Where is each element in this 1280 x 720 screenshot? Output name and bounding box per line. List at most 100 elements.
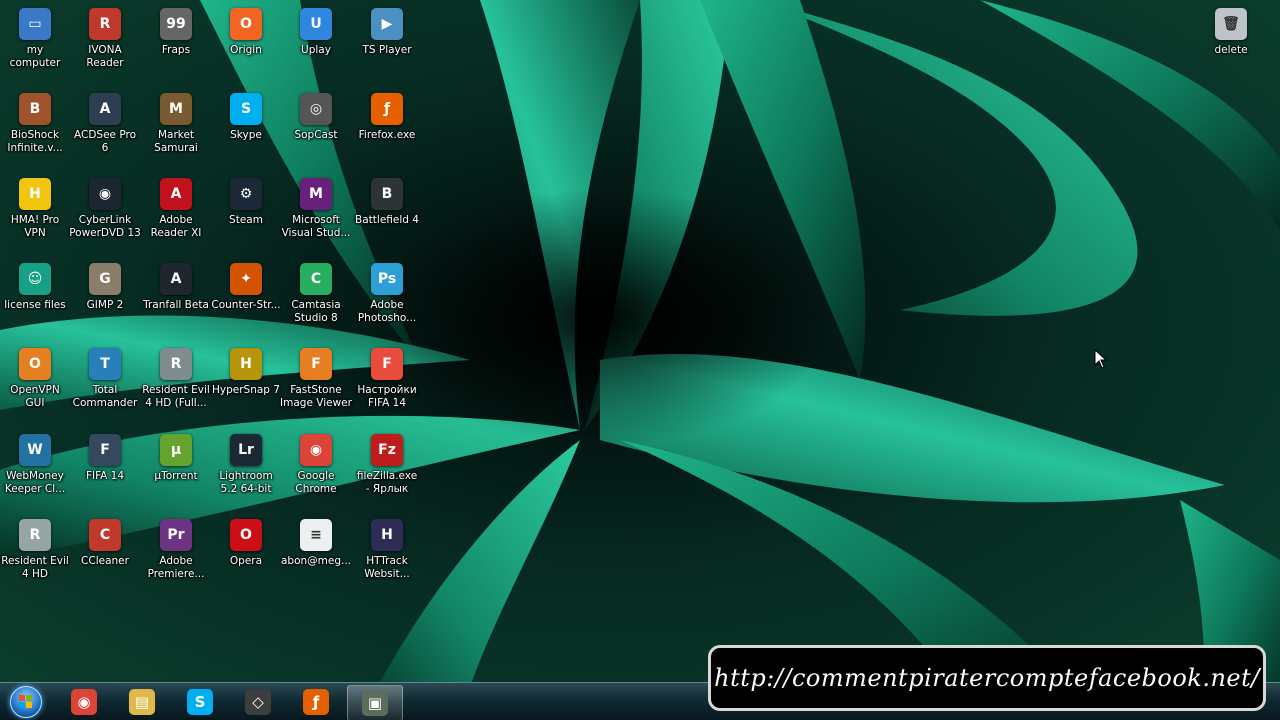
mouse-cursor-icon [1094, 349, 1108, 369]
taskbar-button[interactable]: S [173, 685, 227, 719]
desktop-shortcut[interactable]: R IVONA Reader [70, 2, 140, 86]
taskbar-button[interactable]: ◇ [231, 685, 285, 719]
desktop-shortcut[interactable]: 🗑 delete [1196, 2, 1266, 86]
desktop-shortcut[interactable]: A ACDSee Pro 6 [70, 87, 140, 171]
desktop-shortcut[interactable]: A Tranfall Beta [141, 257, 211, 341]
desktop-shortcut[interactable]: M Market Samurai [141, 87, 211, 171]
desktop-shortcut-label: Skype [230, 129, 262, 141]
desktop-shortcut[interactable]: B BioShock Infinite.v... [0, 87, 70, 171]
desktop-shortcut[interactable]: B Battlefield 4 [352, 172, 422, 256]
desktop-shortcut[interactable]: F Настройки FIFA 14 [352, 342, 422, 426]
httrack-icon: H [371, 519, 403, 551]
desktop-shortcut-label: Adobe Reader XI [150, 214, 202, 239]
desktop-shortcut-label: Tranfall Beta [143, 299, 209, 311]
desktop-shortcut[interactable]: U Uplay [281, 2, 351, 86]
desktop-shortcut[interactable]: Ps Adobe Photosho... [352, 257, 422, 341]
desktop-shortcut[interactable]: H HyperSnap 7 [211, 342, 281, 426]
desktop-shortcut[interactable]: R Resident Evil 4 HD [0, 513, 70, 597]
license-files-icon: ☺ [19, 263, 51, 295]
gimp-icon: G [89, 263, 121, 295]
origin-icon: O [230, 8, 262, 40]
desktop-shortcut-label: HTTrack Websit... [364, 555, 410, 580]
desktop-shortcut-label: Lightroom 5.2 64-bit [219, 470, 273, 495]
desktop-shortcut[interactable]: A Adobe Reader XI [141, 172, 211, 256]
desktop-shortcut[interactable]: ✦ Counter-Str... [211, 257, 281, 341]
hypersnap-icon: H [230, 348, 262, 380]
firefox-icon: ƒ [371, 93, 403, 125]
desktop-shortcut[interactable]: G GIMP 2 [70, 257, 140, 341]
desktop-shortcut[interactable]: ◉ CyberLink PowerDVD 13 [69, 172, 141, 256]
resident-evil-icon: R [160, 348, 192, 380]
camtasia-icon: C [300, 263, 332, 295]
desktop-shortcut[interactable]: Fz fileZilla.exe - Ярлык [352, 428, 422, 512]
desktop-shortcut-label: Total Commander [72, 384, 138, 409]
desktop-shortcut-label: ACDSee Pro 6 [74, 129, 136, 154]
desktop-shortcut[interactable]: ☺ license files [0, 257, 70, 341]
desktop-shortcut-label: FastStone Image Viewer [280, 384, 352, 409]
openvpn-icon: O [19, 348, 51, 380]
desktop-shortcut[interactable]: Pr Adobe Premiere... [141, 513, 211, 597]
desktop-shortcut[interactable]: S Skype [211, 87, 281, 171]
desktop-shortcut[interactable]: O OpenVPN GUI [0, 342, 70, 426]
powerdvd-icon: ◉ [89, 178, 121, 210]
desktop-shortcut[interactable]: O Origin [211, 2, 281, 86]
desktop-shortcut-label: Counter-Str... [211, 299, 281, 311]
fraps-icon: 99 [160, 8, 192, 40]
desktop-shortcut[interactable]: ▭ my computer [0, 2, 70, 86]
desktop-shortcut[interactable]: µ µTorrent [141, 428, 211, 512]
skype-taskbar-icon: S [187, 689, 213, 715]
desktop-shortcut[interactable]: F FIFA 14 [70, 428, 140, 512]
taskbar-button[interactable]: ƒ [289, 685, 343, 719]
counter-strike-icon: ✦ [230, 263, 262, 295]
desktop-shortcut[interactable]: M Microsoft Visual Stud... [281, 172, 351, 256]
desktop-shortcut-label: Steam [229, 214, 263, 226]
desktop-shortcut-label: abon@meg... [280, 555, 352, 567]
desktop-shortcut-label: TS Player [362, 44, 412, 56]
desktop-shortcut[interactable]: 99 Fraps [141, 2, 211, 86]
desktop-shortcut[interactable]: ◉ Google Chrome [281, 428, 351, 512]
desktop-shortcut[interactable]: C Camtasia Studio 8 [281, 257, 351, 341]
fifa-icon: F [89, 434, 121, 466]
firefox-taskbar-icon: ƒ [303, 689, 329, 715]
desktop-shortcut-label: µTorrent [154, 470, 198, 482]
tranfall-icon: A [160, 263, 192, 295]
watermark-url-text: http://commentpiratercomptefacebook.net/ [714, 664, 1260, 692]
desktop-shortcut-label: OpenVPN GUI [10, 384, 60, 409]
opera-icon: O [230, 519, 262, 551]
windows-logo-icon [10, 686, 42, 718]
desktop-shortcut[interactable]: H HTTrack Websit... [352, 513, 422, 597]
desktop-shortcut[interactable]: ≡ abon@meg... [281, 513, 351, 597]
battlefield-icon: B [371, 178, 403, 210]
taskbar-button[interactable]: ◉ [57, 685, 111, 719]
taskbar-button[interactable]: ▣ [347, 685, 403, 720]
taskbar-button[interactable]: ▤ [115, 685, 169, 719]
recycle-bin-icon: 🗑 [1215, 8, 1247, 40]
desktop-shortcut-label: my computer [9, 44, 61, 69]
adobe-reader-icon: A [160, 178, 192, 210]
skype-icon: S [230, 93, 262, 125]
desktop-shortcut[interactable]: ▶ TS Player [352, 2, 422, 86]
desktop-shortcut[interactable]: R Resident Evil 4 HD (Full... [141, 342, 211, 426]
resident-evil-hd-icon: R [19, 519, 51, 551]
desktop-shortcut[interactable]: F FastStone Image Viewer [280, 342, 352, 426]
desktop-shortcut-label: Resident Evil 4 HD [1, 555, 69, 580]
desktop-shortcut[interactable]: ◎ SopCast [281, 87, 351, 171]
lightroom-icon: Lr [230, 434, 262, 466]
total-commander-icon: T [89, 348, 121, 380]
desktop-shortcut[interactable]: T Total Commander [70, 342, 140, 426]
desktop-shortcut[interactable]: W WebMoney Keeper Cl... [0, 428, 70, 512]
desktop-shortcut[interactable]: O Opera [211, 513, 281, 597]
desktop-shortcut[interactable]: C CCleaner [70, 513, 140, 597]
hma-vpn-icon: H [19, 178, 51, 210]
ccleaner-icon: C [89, 519, 121, 551]
desktop-shortcut-label: Firefox.exe [358, 129, 416, 141]
desktop-shortcut-label: GIMP 2 [86, 299, 124, 311]
desktop-shortcut-label: Fraps [161, 44, 191, 56]
desktop-shortcut[interactable]: ⚙ Steam [211, 172, 281, 256]
start-button[interactable] [4, 684, 48, 720]
desktop-shortcut[interactable]: Lr Lightroom 5.2 64-bit [211, 428, 281, 512]
desktop-shortcut[interactable]: H HMA! Pro VPN [0, 172, 70, 256]
chrome-icon: ◉ [300, 434, 332, 466]
webmoney-icon: W [19, 434, 51, 466]
desktop-shortcut[interactable]: ƒ Firefox.exe [352, 87, 422, 171]
